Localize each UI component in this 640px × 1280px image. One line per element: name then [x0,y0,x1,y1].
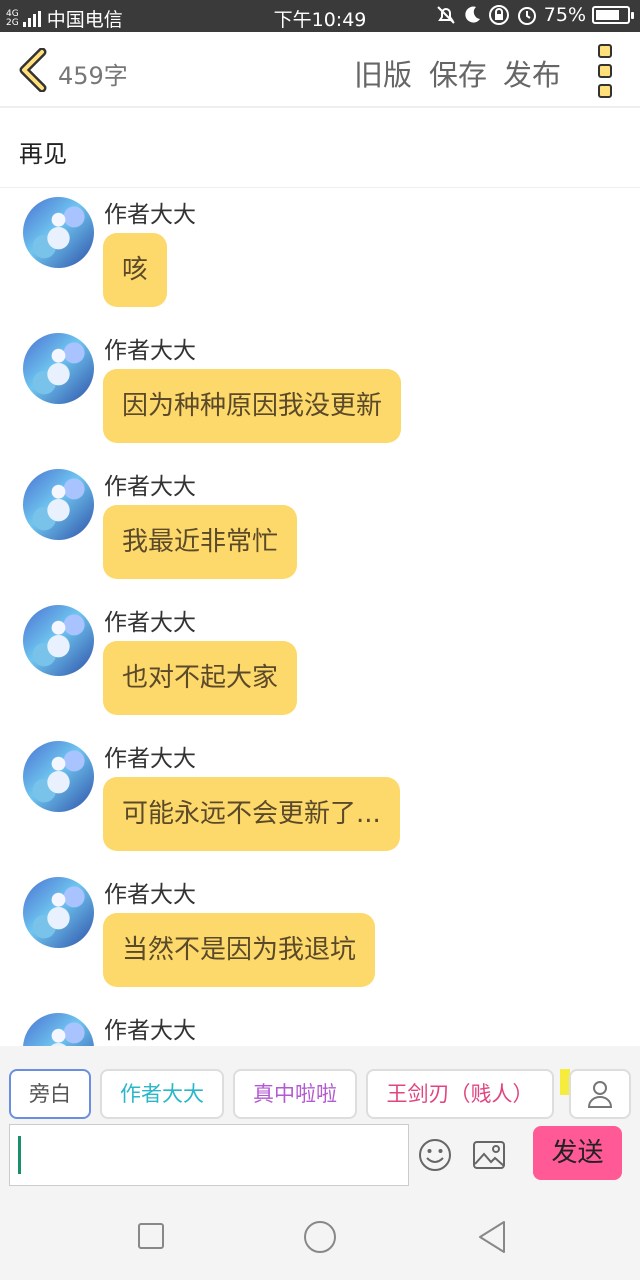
sender-name: 作者大大 [104,474,196,500]
send-button[interactable]: 发送 [533,1126,622,1180]
message-input[interactable] [9,1124,409,1186]
message-bubble[interactable]: 当然不是因为我退坑 [103,913,376,987]
sender-name: 作者大大 [104,746,196,772]
lock-rotation-icon [488,5,509,25]
editor-toolbar: 459字 旧版 保存 发布 [0,32,640,108]
message-bubble[interactable]: 我最近非常忙 [103,505,298,579]
home-circle-icon[interactable] [303,1220,337,1254]
message-list[interactable]: 作者大大 咳 作者大大 因为种种原因我没更新 作者大大 我最近非常忙 作者大大 … [0,189,640,1046]
message-bubble[interactable]: 因为种种原因我没更新 [103,369,402,443]
word-count: 459字 [58,62,128,90]
message-item[interactable]: 作者大大 也对不起大家 [0,597,640,733]
old-version-button[interactable]: 旧版 [354,52,412,94]
avatar[interactable] [23,877,94,948]
avatar[interactable] [23,197,94,268]
publish-button[interactable]: 发布 [503,52,561,94]
save-button[interactable]: 保存 [429,52,487,94]
message-bubble[interactable]: 可能永远不会更新了... [103,777,400,851]
message-item[interactable]: 作者大大 因为种种原因我没更新 [0,325,640,461]
message-item[interactable]: 作者大大 [0,1005,640,1046]
message-item[interactable]: 作者大大 可能永远不会更新了... [0,733,640,869]
avatar[interactable] [23,1013,94,1046]
message-item[interactable]: 作者大大 咳 [0,189,640,325]
message-bubble[interactable]: 咳 [103,233,168,307]
back-triangle-icon[interactable] [477,1220,507,1254]
sender-name: 作者大大 [104,338,196,364]
recents-square-icon[interactable] [137,1222,165,1250]
avatar[interactable] [23,605,94,676]
avatar[interactable] [23,333,94,404]
emoji-icon[interactable] [418,1138,452,1172]
image-icon[interactable] [472,1140,506,1170]
message-bubble[interactable]: 也对不起大家 [103,641,298,715]
chapter-title: 再见 [19,140,67,168]
role-chip-narration[interactable]: 旁白 [9,1069,91,1119]
composer: 发送 [0,1124,640,1194]
sender-name: 作者大大 [104,882,196,908]
status-bar: 4G 2G 中国电信 下午10:49 75% [0,0,640,32]
message-item[interactable]: 作者大大 我最近非常忙 [0,461,640,597]
role-chip-author[interactable]: 作者大大 [100,1069,224,1119]
role-selector: 旁白 作者大大 真中啦啦 王剑刃（贱人） [0,1046,640,1124]
alarm-icon [517,7,536,25]
avatar[interactable] [23,741,94,812]
add-role-button[interactable] [569,1069,631,1119]
user-icon [587,1081,613,1108]
text-cursor [18,1136,21,1174]
battery-percent: 75% [543,4,586,26]
more-menu-icon[interactable] [594,44,616,98]
back-chevron-icon[interactable] [14,48,54,92]
sender-name: 作者大大 [104,1018,196,1044]
system-nav-bar [0,1194,640,1280]
avatar[interactable] [23,469,94,540]
sender-name: 作者大大 [104,202,196,228]
message-item[interactable]: 作者大大 当然不是因为我退坑 [0,869,640,1005]
chapter-title-field[interactable]: 再见 [0,110,640,188]
moon-icon [465,6,480,23]
battery-icon [592,6,634,24]
sender-name: 作者大大 [104,610,196,636]
mute-bell-icon [437,6,455,24]
role-chip-wangjianren[interactable]: 王剑刃（贱人） [366,1069,554,1119]
role-chip-zhenzhong[interactable]: 真中啦啦 [233,1069,357,1119]
